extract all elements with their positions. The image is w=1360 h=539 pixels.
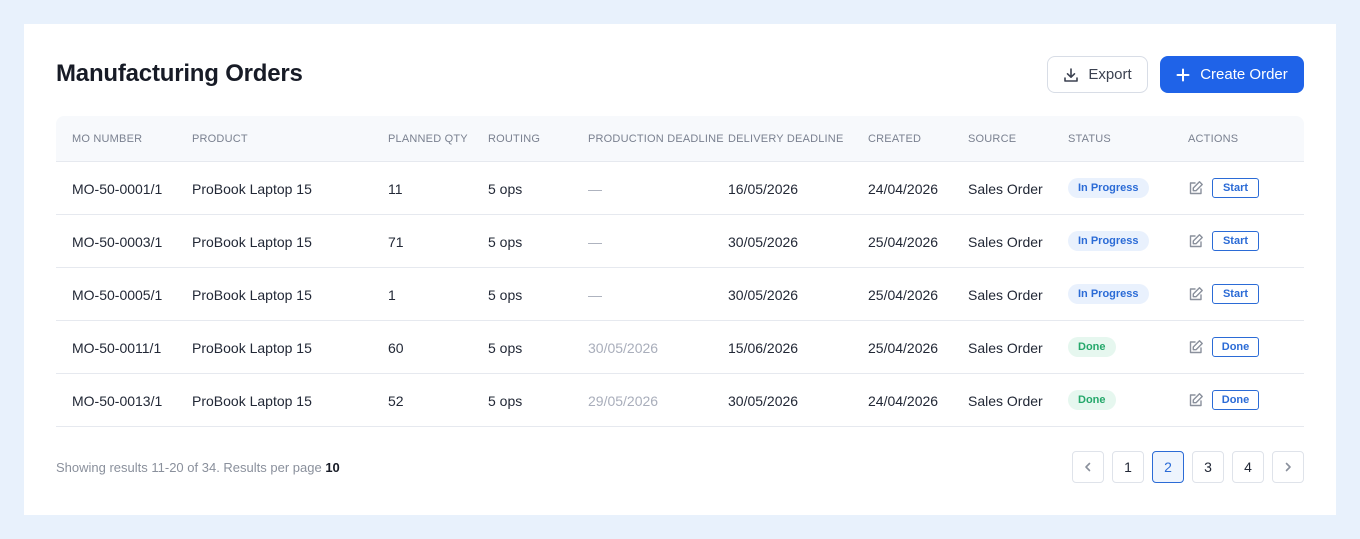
cell-planned-qty: 60 [388, 340, 404, 356]
edit-icon[interactable] [1188, 180, 1204, 196]
cell-delivery-deadline: 16/05/2026 [728, 181, 799, 197]
table-row[interactable]: MO-50-0001/1 ProBook Laptop 15 11 5 ops — 16/… [56, 162, 1304, 215]
cell-created: 24/04/2026 [868, 393, 939, 409]
create-order-button[interactable]: Create Order [1160, 56, 1304, 93]
table-row[interactable]: MO-50-0013/1 ProBook Laptop 15 52 5 ops 29/0… [56, 374, 1304, 427]
col-production-deadline-header: PRODUCTION DEADLINE [588, 133, 724, 145]
page-3-button[interactable]: 3 [1192, 451, 1224, 483]
cell-created: 25/04/2026 [868, 340, 939, 356]
cell-routing: 5 ops [488, 181, 523, 197]
cell-created: 24/04/2026 [868, 181, 939, 197]
table-row[interactable]: MO-50-0003/1 ProBook Laptop 15 71 5 ops — 30/… [56, 215, 1304, 268]
cell-delivery-deadline: 30/05/2026 [728, 234, 799, 250]
download-icon [1064, 67, 1079, 82]
col-product-header: PRODUCT [192, 133, 248, 145]
cell-mo-number: MO-50-0003/1 [72, 234, 163, 250]
cell-source: Sales Order [968, 287, 1043, 303]
cell-delivery-deadline: 15/06/2026 [728, 340, 799, 356]
cell-product: ProBook Laptop 15 [192, 234, 312, 250]
page-2-button[interactable]: 2 [1152, 451, 1184, 483]
start-button[interactable]: Start [1212, 284, 1259, 304]
col-actions-header: ACTIONS [1188, 133, 1239, 145]
cell-mo-number: MO-50-0005/1 [72, 287, 163, 303]
cell-delivery-deadline: 30/05/2026 [728, 287, 799, 303]
status-badge: Done [1068, 337, 1116, 357]
cell-planned-qty: 71 [388, 234, 404, 250]
plus-icon [1176, 68, 1190, 81]
cell-planned-qty: 1 [388, 287, 396, 303]
pagination: 1234 [1072, 451, 1304, 483]
done-button[interactable]: Done [1212, 337, 1259, 357]
status-badge: In Progress [1068, 284, 1149, 304]
col-created-header: CREATED [868, 133, 922, 145]
cell-planned-qty: 52 [388, 393, 404, 409]
col-source-header: SOURCE [968, 133, 1017, 145]
cell-product: ProBook Laptop 15 [192, 287, 312, 303]
cell-mo-number: MO-50-0001/1 [72, 181, 163, 197]
cell-delivery-deadline: 30/05/2026 [728, 393, 799, 409]
page-4-button[interactable]: 4 [1232, 451, 1264, 483]
export-button[interactable]: Export [1047, 56, 1148, 93]
start-button[interactable]: Start [1212, 178, 1259, 198]
col-status-header: STATUS [1068, 133, 1111, 145]
chevron-left-icon [1085, 462, 1091, 472]
cell-source: Sales Order [968, 181, 1043, 197]
chevron-right-icon [1285, 462, 1291, 472]
orders-card: Manufacturing Orders Export Create Order… [24, 24, 1336, 515]
col-routing-header: ROUTING [488, 133, 541, 145]
cell-production-deadline: 30/05/2026 [588, 340, 659, 356]
cell-routing: 5 ops [488, 340, 523, 356]
page-title: Manufacturing Orders [56, 60, 303, 87]
cell-production-deadline: — [588, 287, 602, 303]
edit-icon[interactable] [1188, 233, 1204, 249]
page-1-button[interactable]: 1 [1112, 451, 1144, 483]
cell-product: ProBook Laptop 15 [192, 181, 312, 197]
edit-icon[interactable] [1188, 339, 1204, 355]
cell-routing: 5 ops [488, 393, 523, 409]
col-planned-qty-header: PLANNED QTY [388, 133, 468, 145]
cell-routing: 5 ops [488, 287, 523, 303]
cell-planned-qty: 11 [388, 181, 403, 197]
status-badge: In Progress [1068, 231, 1149, 251]
prev-page-button[interactable] [1072, 451, 1104, 483]
cell-product: ProBook Laptop 15 [192, 340, 312, 356]
start-button[interactable]: Start [1212, 231, 1259, 251]
table-body: MO-50-0001/1 ProBook Laptop 15 11 5 ops — 16/… [56, 162, 1304, 427]
cell-created: 25/04/2026 [868, 234, 939, 250]
status-badge: In Progress [1068, 178, 1149, 198]
cell-source: Sales Order [968, 393, 1043, 409]
table-header: MO NUMBER PRODUCT PLANNED QTY ROUTING PRODUC… [56, 116, 1304, 162]
cell-production-deadline: 29/05/2026 [588, 393, 659, 409]
cell-mo-number: MO-50-0011/1 [72, 340, 162, 356]
table-row[interactable]: MO-50-0005/1 ProBook Laptop 15 1 5 ops — 30/0… [56, 268, 1304, 321]
col-mo-number-header: MO NUMBER [72, 133, 143, 145]
edit-icon[interactable] [1188, 286, 1204, 302]
col-delivery-deadline-header: DELIVERY DEADLINE [728, 133, 844, 145]
create-order-label: Create Order [1200, 66, 1288, 83]
results-summary: Showing results 11-20 of 34. Results per… [56, 460, 340, 475]
export-label: Export [1088, 66, 1132, 83]
results-text: Showing results 11-20 of 34. Results per… [56, 460, 322, 475]
table-row[interactable]: MO-50-0011/1 ProBook Laptop 15 60 5 ops 30/0… [56, 321, 1304, 374]
done-button[interactable]: Done [1212, 390, 1259, 410]
cell-production-deadline: — [588, 234, 602, 250]
edit-icon[interactable] [1188, 392, 1204, 408]
orders-table: MO NUMBER PRODUCT PLANNED QTY ROUTING PRODUC… [56, 116, 1304, 427]
per-page-value[interactable]: 10 [325, 460, 339, 475]
cell-source: Sales Order [968, 234, 1043, 250]
cell-created: 25/04/2026 [868, 287, 939, 303]
cell-product: ProBook Laptop 15 [192, 393, 312, 409]
cell-production-deadline: — [588, 181, 602, 197]
cell-source: Sales Order [968, 340, 1043, 356]
cell-mo-number: MO-50-0013/1 [72, 393, 163, 409]
status-badge: Done [1068, 390, 1116, 410]
cell-routing: 5 ops [488, 234, 523, 250]
next-page-button[interactable] [1272, 451, 1304, 483]
